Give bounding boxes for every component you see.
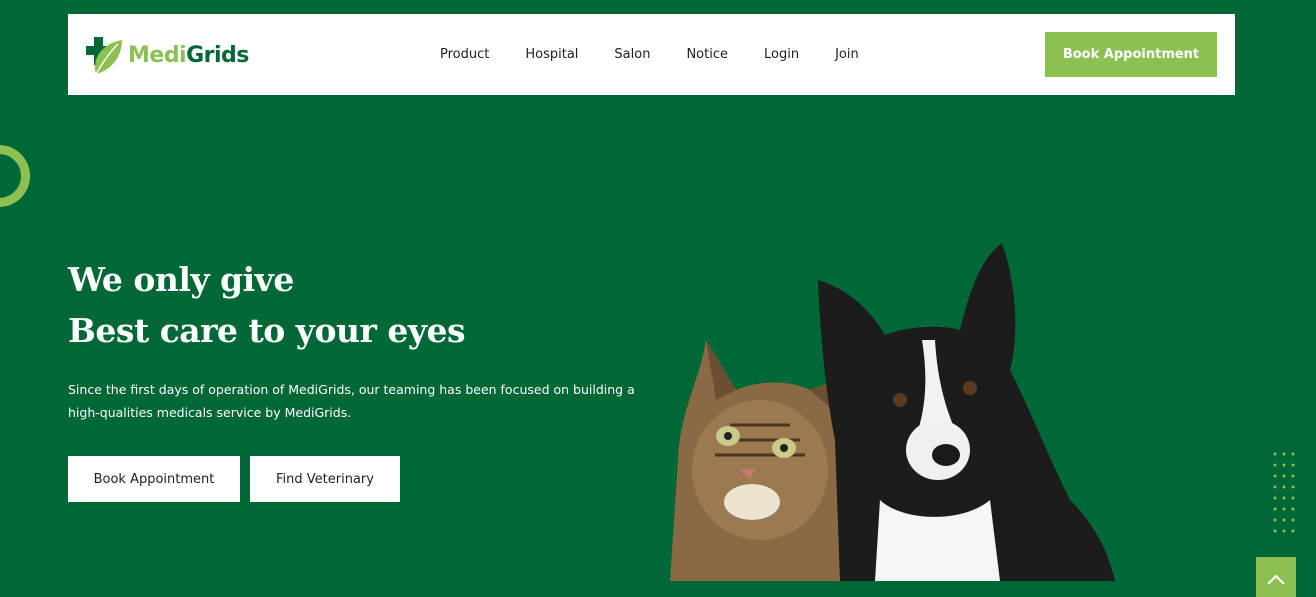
main-nav: Product Hospital Salon Notice Login Join xyxy=(440,14,895,95)
nav-item-notice[interactable]: Notice xyxy=(686,47,728,62)
decorative-ring xyxy=(0,145,30,207)
book-appointment-button[interactable]: Book Appointment xyxy=(68,456,240,502)
nav-item-login[interactable]: Login xyxy=(764,47,799,62)
nav-item-product[interactable]: Product xyxy=(440,47,489,62)
cat-and-dog-illustration xyxy=(670,243,1115,581)
find-veterinary-button[interactable]: Find Veterinary xyxy=(250,456,400,502)
scroll-to-top-button[interactable] xyxy=(1256,557,1296,597)
decorative-dot-grid xyxy=(1273,452,1295,533)
hero-title-line2: Best care to your eyes xyxy=(68,311,466,350)
brand-name: MediGrids xyxy=(128,43,249,68)
brand-name-part1: Medi xyxy=(128,42,187,68)
brand-name-part2: Grids xyxy=(186,42,249,68)
hero-description: Since the first days of operation of Med… xyxy=(68,382,635,420)
medical-cross-leaf-logo-icon xyxy=(86,37,122,75)
nav-item-salon[interactable]: Salon xyxy=(614,47,650,62)
chevron-up-icon xyxy=(1267,574,1285,585)
nav-item-hospital[interactable]: Hospital xyxy=(525,47,578,62)
nav-item-join[interactable]: Join xyxy=(835,47,859,62)
hero-title: We only give Best care to your eyes xyxy=(68,254,466,356)
top-navbar: MediGrids Product Hospital Salon Notice … xyxy=(68,14,1235,95)
brand-logo[interactable]: MediGrids xyxy=(86,34,249,76)
dog-image xyxy=(818,243,1115,581)
book-appointment-nav-button[interactable]: Book Appointment xyxy=(1045,32,1217,77)
hero-title-line1: We only give xyxy=(68,260,294,299)
